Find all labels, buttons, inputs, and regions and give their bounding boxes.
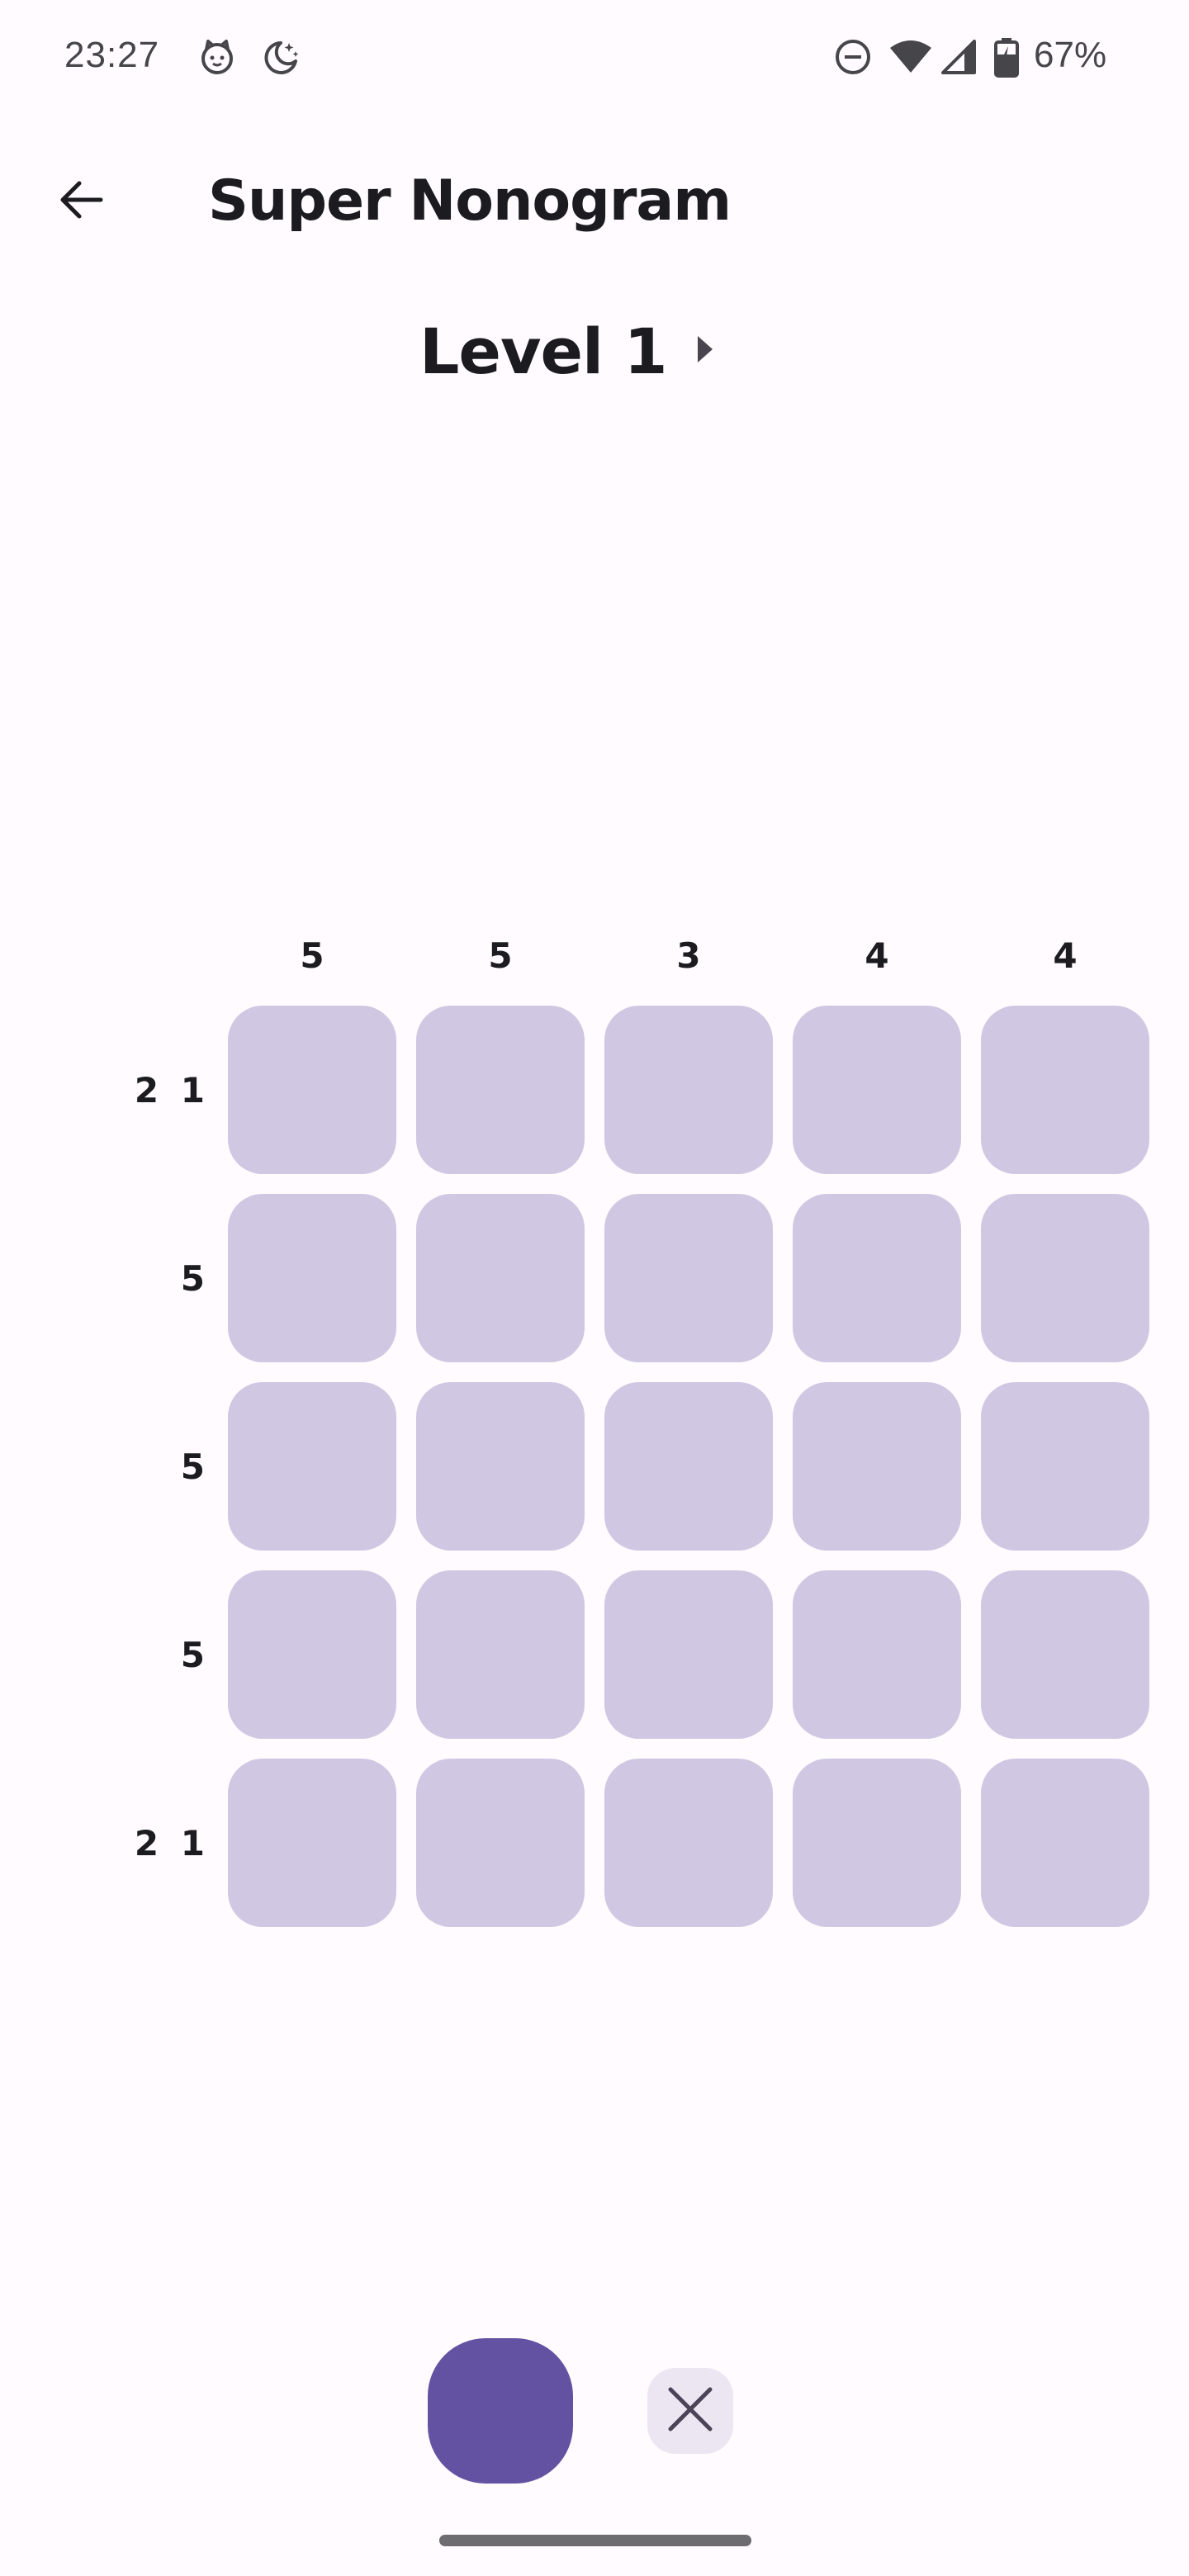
grid-cell[interactable] xyxy=(228,1570,396,1739)
grid-cell[interactable] xyxy=(981,1382,1149,1551)
next-level-button[interactable] xyxy=(677,324,732,378)
row-hint: 2 1 xyxy=(134,1069,210,1110)
cell-signal-icon xyxy=(940,38,978,79)
grid-cell[interactable] xyxy=(228,1194,396,1362)
arrow-back-icon xyxy=(56,175,106,228)
grid-cell[interactable] xyxy=(604,1194,773,1362)
row-hint: 5 xyxy=(180,1634,210,1675)
column-hint: 4 xyxy=(1053,935,1078,976)
grid-cell[interactable] xyxy=(228,1382,396,1551)
grid-cell[interactable] xyxy=(793,1194,961,1362)
battery-percent: 67% xyxy=(1034,35,1107,75)
fill-mode-button[interactable] xyxy=(428,2338,573,2484)
grid-cell[interactable] xyxy=(228,1006,396,1174)
moon-stars-icon xyxy=(263,38,301,79)
row-hint: 2 1 xyxy=(134,1822,210,1863)
grid-cell[interactable] xyxy=(981,1194,1149,1362)
battery-charging-icon xyxy=(994,38,1019,81)
column-hint: 5 xyxy=(300,935,324,976)
grid-cell[interactable] xyxy=(793,1570,961,1739)
grid-cell[interactable] xyxy=(981,1759,1149,1927)
grid-cell[interactable] xyxy=(981,1570,1149,1739)
grid-cell[interactable] xyxy=(416,1759,585,1927)
wifi-icon xyxy=(888,38,933,79)
app-title: Super Nonogram xyxy=(208,168,732,234)
status-time: 23:27 xyxy=(64,35,160,75)
grid-cell[interactable] xyxy=(793,1006,961,1174)
back-button[interactable] xyxy=(43,163,119,239)
row-hint: 5 xyxy=(180,1446,210,1487)
grid-cell[interactable] xyxy=(981,1006,1149,1174)
grid-cell[interactable] xyxy=(416,1570,585,1739)
grid-cell[interactable] xyxy=(604,1570,773,1739)
grid-cell[interactable] xyxy=(604,1759,773,1927)
grid-cell[interactable] xyxy=(793,1759,961,1927)
row-hint: 5 xyxy=(180,1257,210,1299)
close-icon xyxy=(664,2383,717,2439)
cross-mode-button[interactable] xyxy=(647,2368,733,2454)
column-hint: 3 xyxy=(676,935,701,976)
level-title: Level 1 xyxy=(419,315,667,388)
grid-cell[interactable] xyxy=(416,1194,585,1362)
grid-cell[interactable] xyxy=(793,1382,961,1551)
grid-cell[interactable] xyxy=(604,1382,773,1551)
cat-face-icon xyxy=(198,38,236,79)
grid-cell[interactable] xyxy=(228,1759,396,1927)
gesture-navigation-bar[interactable] xyxy=(439,2535,751,2546)
status-bar: 23:27 67% xyxy=(0,0,1189,116)
grid-cell[interactable] xyxy=(416,1382,585,1551)
column-hint: 5 xyxy=(488,935,513,976)
grid-cell[interactable] xyxy=(416,1006,585,1174)
play-arrow-icon xyxy=(694,334,714,367)
do-not-disturb-icon xyxy=(834,38,872,79)
column-hint: 4 xyxy=(865,935,889,976)
grid-cell[interactable] xyxy=(604,1006,773,1174)
